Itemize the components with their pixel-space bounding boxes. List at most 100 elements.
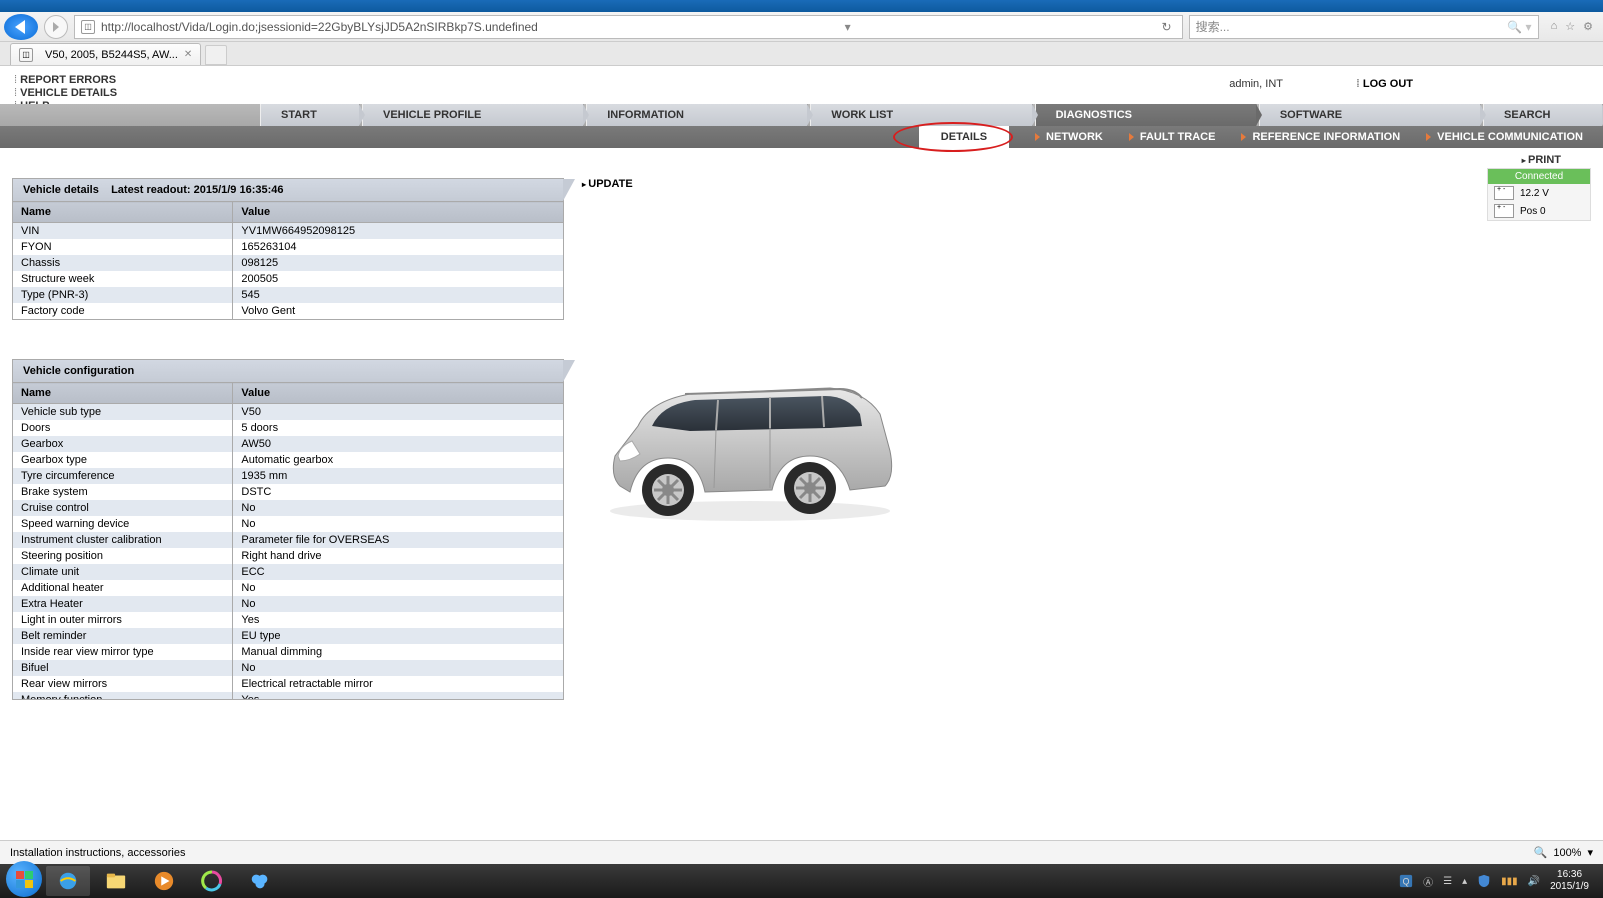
vehicle-details-link[interactable]: VEHICLE DETAILS bbox=[14, 87, 117, 100]
cell-value: Electrical retractable mirror bbox=[233, 676, 564, 692]
cell-name: Rear view mirrors bbox=[13, 676, 233, 692]
table-row: Chassis098125 bbox=[13, 255, 564, 271]
cell-name: Cruise control bbox=[13, 500, 233, 516]
search-placeholder: 搜索... bbox=[1196, 18, 1230, 35]
submenu-vehicle-communication[interactable]: VEHICLE COMMUNICATION bbox=[1426, 131, 1583, 143]
cell-value: Yes bbox=[233, 612, 564, 628]
tools-icon[interactable]: ⚙ bbox=[1583, 20, 1593, 33]
cell-name: Extra Heater bbox=[13, 596, 233, 612]
tray-shield-icon[interactable] bbox=[1477, 874, 1491, 888]
browser-back-button[interactable] bbox=[4, 14, 38, 40]
col-value: Value bbox=[233, 383, 564, 404]
tray-volume-icon[interactable]: 🔊 bbox=[1528, 876, 1540, 887]
tab-close-icon[interactable]: ✕ bbox=[184, 49, 192, 60]
table-row: Rear view mirrorsElectrical retractable … bbox=[13, 676, 564, 692]
cell-name: VIN bbox=[13, 223, 233, 240]
menu-work-list[interactable]: WORK LIST bbox=[810, 104, 1032, 126]
tray-icon[interactable]: Ⓐ bbox=[1423, 874, 1433, 889]
menu-information[interactable]: INFORMATION bbox=[586, 104, 808, 126]
update-link[interactable]: UPDATE bbox=[582, 178, 633, 190]
refresh-icon[interactable]: ↻ bbox=[1158, 20, 1176, 34]
taskbar-ie-icon[interactable] bbox=[46, 866, 90, 896]
pos-icon bbox=[1494, 204, 1514, 218]
table-row: Type (PNR-3)545 bbox=[13, 287, 564, 303]
home-icon[interactable]: ⌂ bbox=[1551, 20, 1558, 33]
table-row: Gearbox typeAutomatic gearbox bbox=[13, 452, 564, 468]
connection-status: Connected bbox=[1488, 169, 1590, 184]
browser-search-input[interactable]: 搜索... 🔍 ▾ bbox=[1189, 15, 1539, 39]
section-title: Vehicle configuration bbox=[23, 365, 134, 377]
vehicle-details-table: Name Value VINYV1MW664952098125FYON16526… bbox=[12, 201, 564, 320]
section-title: Vehicle details bbox=[23, 184, 99, 196]
taskbar-wmp-icon[interactable] bbox=[142, 866, 186, 896]
config-scroll-area[interactable]: Vehicle sub typeV50Doors5 doorsGearboxAW… bbox=[12, 404, 564, 700]
start-button[interactable] bbox=[6, 861, 42, 897]
print-link[interactable]: PRINT bbox=[1522, 154, 1561, 166]
cell-name: Bifuel bbox=[13, 660, 233, 676]
vehicle-details-section: Vehicle details Latest readout: 2015/1/9… bbox=[12, 178, 564, 320]
cell-name: Factory code bbox=[13, 303, 233, 320]
cell-name: FYON bbox=[13, 239, 233, 255]
cell-name: Structure week bbox=[13, 271, 233, 287]
menu-vehicle-profile[interactable]: VEHICLE PROFILE bbox=[362, 104, 584, 126]
submenu-fault-trace[interactable]: FAULT TRACE bbox=[1129, 131, 1216, 143]
search-icon[interactable]: 🔍 ▾ bbox=[1507, 20, 1531, 34]
cell-name: Doors bbox=[13, 420, 233, 436]
tray-network-icon[interactable]: ▮▮▮ bbox=[1501, 876, 1518, 887]
cell-value: Automatic gearbox bbox=[233, 452, 564, 468]
tray-icon[interactable]: ☰ bbox=[1443, 876, 1452, 887]
cell-value: 098125 bbox=[233, 255, 564, 271]
tab-favicon: ◫ bbox=[19, 48, 33, 62]
cell-value: Manual dimming bbox=[233, 644, 564, 660]
taskbar-explorer-icon[interactable] bbox=[94, 866, 138, 896]
taskbar-time[interactable]: 16:36 bbox=[1550, 869, 1589, 881]
cell-name: Belt reminder bbox=[13, 628, 233, 644]
favorites-icon[interactable]: ☆ bbox=[1565, 20, 1575, 33]
tray-icon[interactable]: Q bbox=[1399, 874, 1413, 888]
logout-link[interactable]: LOG OUT bbox=[1356, 78, 1413, 90]
cell-name: Light in outer mirrors bbox=[13, 612, 233, 628]
submenu-details[interactable]: DETAILS bbox=[919, 126, 1009, 148]
cell-name: Type (PNR-3) bbox=[13, 287, 233, 303]
taskbar-app1-icon[interactable] bbox=[190, 866, 234, 896]
cell-name: Chassis bbox=[13, 255, 233, 271]
browser-tab[interactable]: ◫ V50, 2005, B5244S5, AW... ✕ bbox=[10, 43, 201, 65]
table-row: Climate unitECC bbox=[13, 564, 564, 580]
report-errors-link[interactable]: REPORT ERRORS bbox=[14, 74, 117, 87]
menu-diagnostics[interactable]: DIAGNOSTICS bbox=[1035, 104, 1257, 126]
cell-value: No bbox=[233, 596, 564, 612]
submenu-reference-information[interactable]: REFERENCE INFORMATION bbox=[1241, 131, 1400, 143]
submenu-network[interactable]: NETWORK bbox=[1035, 131, 1103, 143]
cell-name: Gearbox type bbox=[13, 452, 233, 468]
url-bar[interactable]: ◫ http://localhost/Vida/Login.do;jsessio… bbox=[74, 15, 1183, 39]
taskbar-app2-icon[interactable] bbox=[238, 866, 282, 896]
cell-value: No bbox=[233, 500, 564, 516]
new-tab-button[interactable] bbox=[205, 45, 227, 65]
browser-forward-button[interactable] bbox=[44, 15, 68, 39]
tab-title: V50, 2005, B5244S5, AW... bbox=[45, 49, 178, 61]
taskbar-date[interactable]: 2015/1/9 bbox=[1550, 881, 1589, 893]
table-row: Speed warning deviceNo bbox=[13, 516, 564, 532]
cell-name: Vehicle sub type bbox=[13, 404, 233, 420]
menu-start[interactable]: START bbox=[260, 104, 360, 126]
tray-chevron-icon[interactable]: ▴ bbox=[1462, 876, 1467, 887]
cell-value: No bbox=[233, 660, 564, 676]
menu-search[interactable]: SEARCH bbox=[1483, 104, 1603, 126]
table-row: Inside rear view mirror typeManual dimmi… bbox=[13, 644, 564, 660]
zoom-dropdown-icon[interactable]: ▾ bbox=[1587, 846, 1593, 859]
cell-name: Instrument cluster calibration bbox=[13, 532, 233, 548]
cell-name: Inside rear view mirror type bbox=[13, 644, 233, 660]
cell-value: AW50 bbox=[233, 436, 564, 452]
menu-software[interactable]: SOFTWARE bbox=[1259, 104, 1481, 126]
cell-value: ECC bbox=[233, 564, 564, 580]
cell-value: 165263104 bbox=[233, 239, 564, 255]
cell-value: 545 bbox=[233, 287, 564, 303]
zoom-icon[interactable]: 🔍 bbox=[1534, 846, 1548, 859]
vehicle-image bbox=[590, 356, 910, 536]
battery-icon bbox=[1494, 186, 1514, 200]
table-row: Steering positionRight hand drive bbox=[13, 548, 564, 564]
table-row: Structure week200505 bbox=[13, 271, 564, 287]
cell-value: V50 bbox=[233, 404, 564, 420]
url-dropdown-icon[interactable]: ▾ bbox=[845, 20, 851, 34]
cell-value: EU type bbox=[233, 628, 564, 644]
